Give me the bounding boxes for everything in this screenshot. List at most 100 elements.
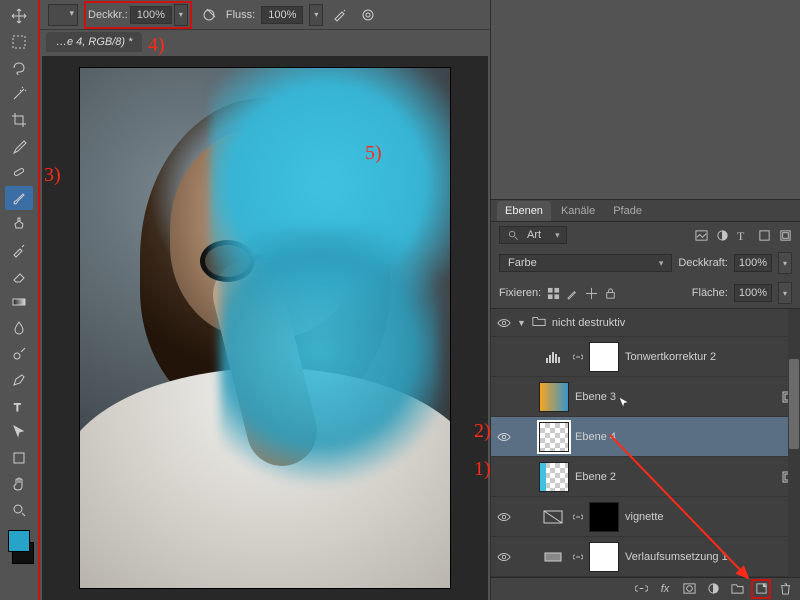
layers-panel-tabs: Ebenen Kanäle Pfade (491, 200, 800, 222)
gradmap-adjustment-icon (539, 544, 567, 570)
filter-pixel-icon[interactable] (695, 229, 708, 242)
tool-eraser[interactable] (5, 264, 33, 288)
layer-group-row[interactable]: ▼ nicht destruktiv (491, 309, 800, 337)
folder-icon (532, 315, 546, 330)
tool-path-select[interactable] (5, 420, 33, 444)
group-expand-caret[interactable]: ▼ (517, 318, 526, 328)
visibility-toggle[interactable] (497, 550, 511, 564)
layer-row-ebene2[interactable]: Ebene 2 (491, 457, 800, 497)
layer-mask-thumb[interactable] (589, 342, 619, 372)
layer-row-verlauf[interactable]: Verlaufsumsetzung 1 (491, 537, 800, 577)
visibility-toggle[interactable] (497, 510, 511, 524)
layer-thumb[interactable] (539, 462, 569, 492)
lock-position-icon[interactable] (585, 287, 598, 300)
visibility-toggle[interactable] (497, 390, 511, 404)
layer-row-ebene3[interactable]: Ebene 3 (491, 377, 800, 417)
fill-caret[interactable]: ▾ (778, 282, 792, 304)
lock-all-icon[interactable] (604, 287, 617, 300)
layer-row-tonwert[interactable]: Tonwertkorrektur 2 (491, 337, 800, 377)
blend-opacity-row: Farbe Deckkraft: 100% ▾ (491, 248, 800, 278)
filter-shape-icon[interactable] (758, 229, 771, 242)
layer-name[interactable]: Ebene 4 (575, 431, 616, 443)
layer-opacity-caret[interactable]: ▾ (778, 252, 792, 274)
tool-marquee[interactable] (5, 30, 33, 54)
visibility-toggle[interactable] (497, 350, 511, 364)
new-group-icon[interactable] (730, 582, 744, 596)
new-adjustment-icon[interactable] (706, 582, 720, 596)
canvas-area[interactable] (42, 56, 488, 600)
tool-history-brush[interactable] (5, 238, 33, 262)
lock-fill-row: Fixieren: Fläche: 100% ▾ (491, 278, 800, 309)
group-name[interactable]: nicht destruktiv (552, 317, 625, 329)
layer-thumb[interactable] (539, 382, 569, 412)
opacity-control-highlighted: Deckkr.: 100% ▾ (84, 1, 192, 29)
upper-panel-placeholder (491, 0, 800, 200)
airbrush-icon[interactable] (329, 4, 351, 26)
layer-opacity-value[interactable]: 100% (734, 254, 772, 272)
layer-name[interactable]: vignette (625, 511, 664, 523)
visibility-toggle[interactable] (497, 316, 511, 330)
visibility-toggle[interactable] (497, 470, 511, 484)
layer-row-ebene4[interactable]: Ebene 4 (491, 417, 800, 457)
tool-type[interactable]: T (5, 394, 33, 418)
tool-wand[interactable] (5, 82, 33, 106)
blend-mode-value: Farbe (508, 257, 537, 269)
fill-value[interactable]: 100% (734, 284, 772, 302)
tool-lasso[interactable] (5, 56, 33, 80)
tool-gradient[interactable] (5, 290, 33, 314)
tool-dodge[interactable] (5, 342, 33, 366)
opacity-caret[interactable]: ▾ (174, 4, 188, 26)
link-mask-icon (573, 552, 583, 562)
layer-mask-thumb[interactable] (589, 502, 619, 532)
blend-mode-select[interactable]: Farbe (499, 254, 672, 272)
filter-smartobj-icon[interactable] (779, 229, 792, 242)
foreground-color-swatch[interactable] (8, 530, 30, 552)
tool-crop[interactable] (5, 108, 33, 132)
tool-zoom[interactable] (5, 498, 33, 522)
tool-blur[interactable] (5, 316, 33, 340)
tab-paths[interactable]: Pfade (605, 201, 650, 221)
tool-brush[interactable] (5, 186, 33, 210)
filter-adjustment-icon[interactable] (716, 229, 729, 242)
trash-icon[interactable] (778, 582, 792, 596)
layer-filter-row: Art T (491, 222, 800, 248)
new-layer-icon[interactable] (754, 582, 768, 596)
lock-pixels-icon[interactable] (547, 287, 560, 300)
layer-mask-thumb[interactable] (589, 542, 619, 572)
layer-name[interactable]: Tonwertkorrektur 2 (625, 351, 716, 363)
layer-thumb[interactable] (539, 422, 569, 452)
cursor-icon (618, 397, 630, 409)
tool-heal[interactable] (5, 160, 33, 184)
layer-row-vignette[interactable]: vignette (491, 497, 800, 537)
pressure-opacity-icon[interactable] (198, 4, 220, 26)
tab-layers[interactable]: Ebenen (497, 201, 551, 221)
document-tab[interactable]: …e 4, RGB/8) * (46, 32, 142, 52)
tools-toolbar: T (0, 0, 40, 600)
fx-icon[interactable]: fx (658, 582, 672, 596)
layer-name[interactable]: Ebene 3 (575, 391, 616, 403)
tool-move[interactable] (5, 4, 33, 28)
layer-name[interactable]: Ebene 2 (575, 471, 616, 483)
link-mask-icon (573, 512, 583, 522)
tool-eyedropper[interactable] (5, 134, 33, 158)
opacity-value[interactable]: 100% (130, 6, 172, 24)
canvas-image[interactable] (80, 68, 450, 588)
layer-filter-select[interactable]: Art (499, 226, 567, 244)
tool-pen[interactable] (5, 368, 33, 392)
pressure-size-icon[interactable] (357, 4, 379, 26)
layer-name[interactable]: Verlaufsumsetzung 1 (625, 551, 728, 563)
flow-caret[interactable]: ▾ (309, 4, 323, 26)
tool-shape[interactable] (5, 446, 33, 470)
brush-preset-dropdown[interactable] (48, 4, 78, 26)
filter-type-icon[interactable]: T (737, 229, 750, 242)
tool-clone[interactable] (5, 212, 33, 236)
link-layers-icon[interactable] (634, 582, 648, 596)
add-mask-icon[interactable] (682, 582, 696, 596)
levels-adjustment-icon (539, 344, 567, 370)
tool-hand[interactable] (5, 472, 33, 496)
layers-scrollbar[interactable] (788, 309, 800, 577)
visibility-toggle[interactable] (497, 430, 511, 444)
flow-value[interactable]: 100% (261, 6, 303, 24)
tab-channels[interactable]: Kanäle (553, 201, 603, 221)
lock-brush-icon[interactable] (566, 287, 579, 300)
